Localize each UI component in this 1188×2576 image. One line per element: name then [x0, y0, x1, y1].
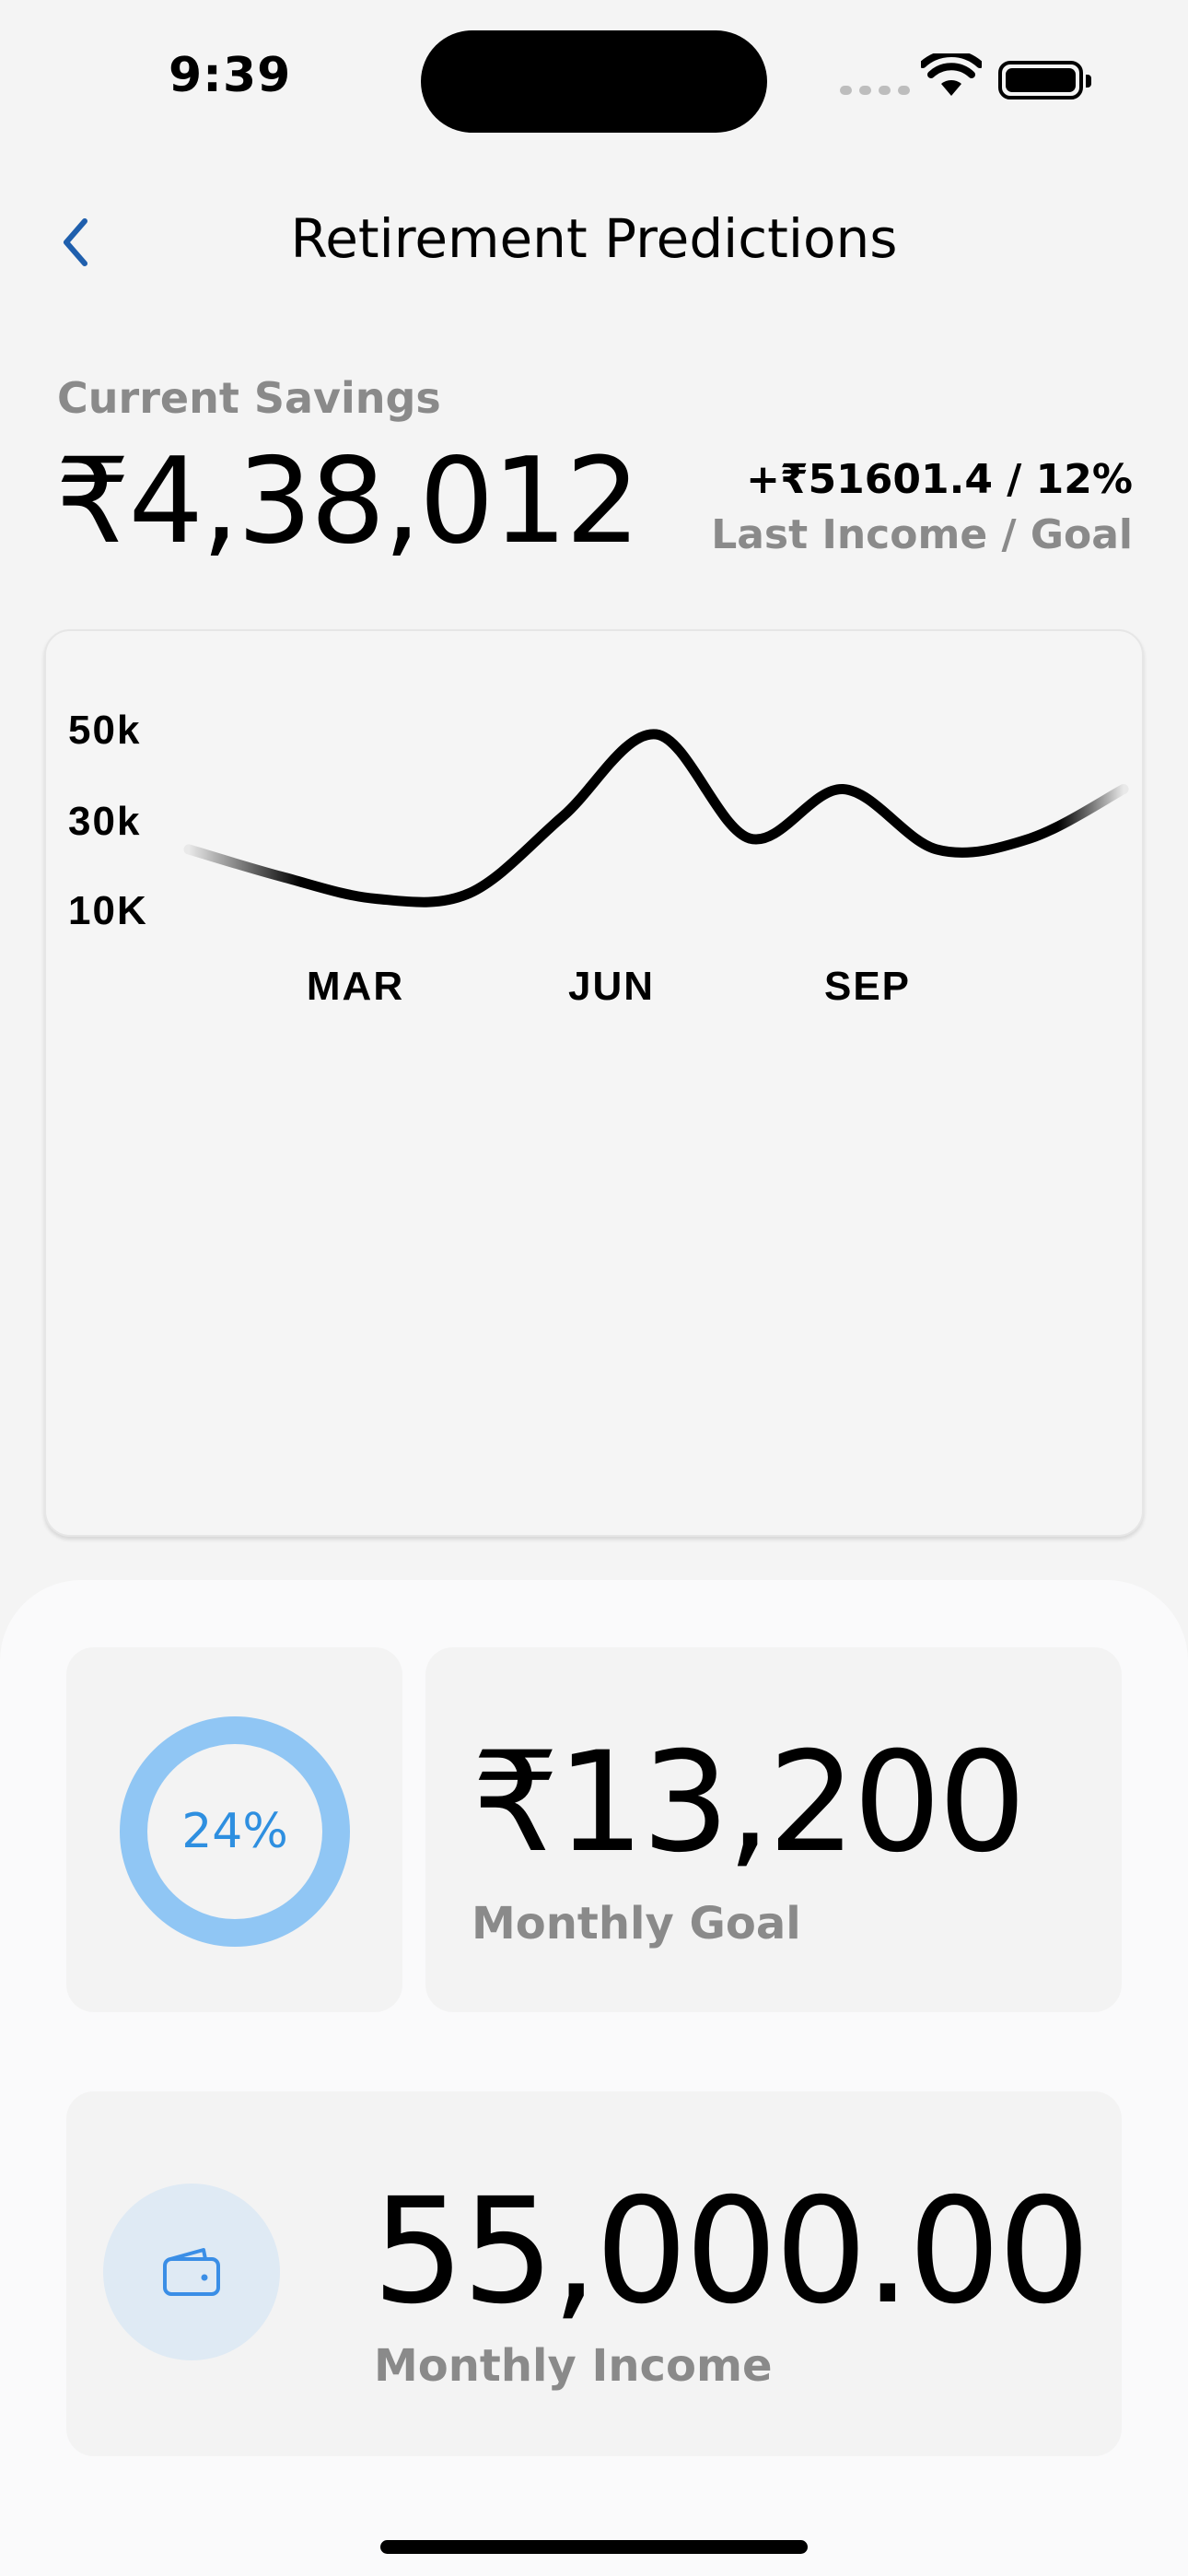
status-time: 9:39	[169, 48, 292, 103]
progress-percent: 24%	[181, 1804, 288, 1859]
cellular-signal-icon	[840, 86, 910, 95]
battery-icon	[998, 61, 1091, 100]
wifi-icon	[921, 53, 982, 96]
x-tick-label: SEP	[824, 964, 911, 1009]
x-tick-label: JUN	[568, 964, 655, 1009]
page-title: Retirement Predictions	[290, 207, 898, 270]
monthly-goal-label: Monthly Goal	[472, 1898, 801, 1950]
wallet-icon	[163, 2248, 220, 2296]
monthly-income-value: 55,000.00	[372, 2167, 1090, 2336]
goal-progress-card[interactable]: 24%	[66, 1647, 402, 2012]
screen: 9:39 Retirement Predictions Current Savi…	[0, 0, 1188, 2576]
y-tick-label: 30k	[68, 799, 141, 844]
monthly-income-label: Monthly Income	[374, 2340, 773, 2392]
current-savings-value: ₹4,38,012	[55, 433, 640, 570]
savings-line-chart: 50k 30k 10K MAR JUN SEP	[68, 708, 1129, 1009]
home-indicator[interactable]	[380, 2540, 808, 2554]
wallet-icon-badge	[103, 2184, 280, 2360]
y-tick-label: 50k	[68, 708, 141, 753]
current-savings-label: Current Savings	[57, 373, 441, 423]
savings-series-line	[183, 729, 1129, 907]
y-tick-label: 10K	[68, 888, 148, 933]
savings-chart-card: 50k 30k 10K MAR JUN SEP	[44, 629, 1144, 1537]
monthly-goal-value: ₹13,200	[472, 1723, 1026, 1883]
dynamic-island	[421, 30, 767, 133]
last-income-value: +₹51601.4 / 12%	[746, 456, 1133, 503]
x-tick-label: MAR	[307, 964, 404, 1009]
monthly-income-card[interactable]: 55,000.00 Monthly Income	[66, 2091, 1122, 2456]
last-income-label: Last Income / Goal	[711, 511, 1133, 558]
monthly-goal-card[interactable]: ₹13,200 Monthly Goal	[425, 1647, 1122, 2012]
